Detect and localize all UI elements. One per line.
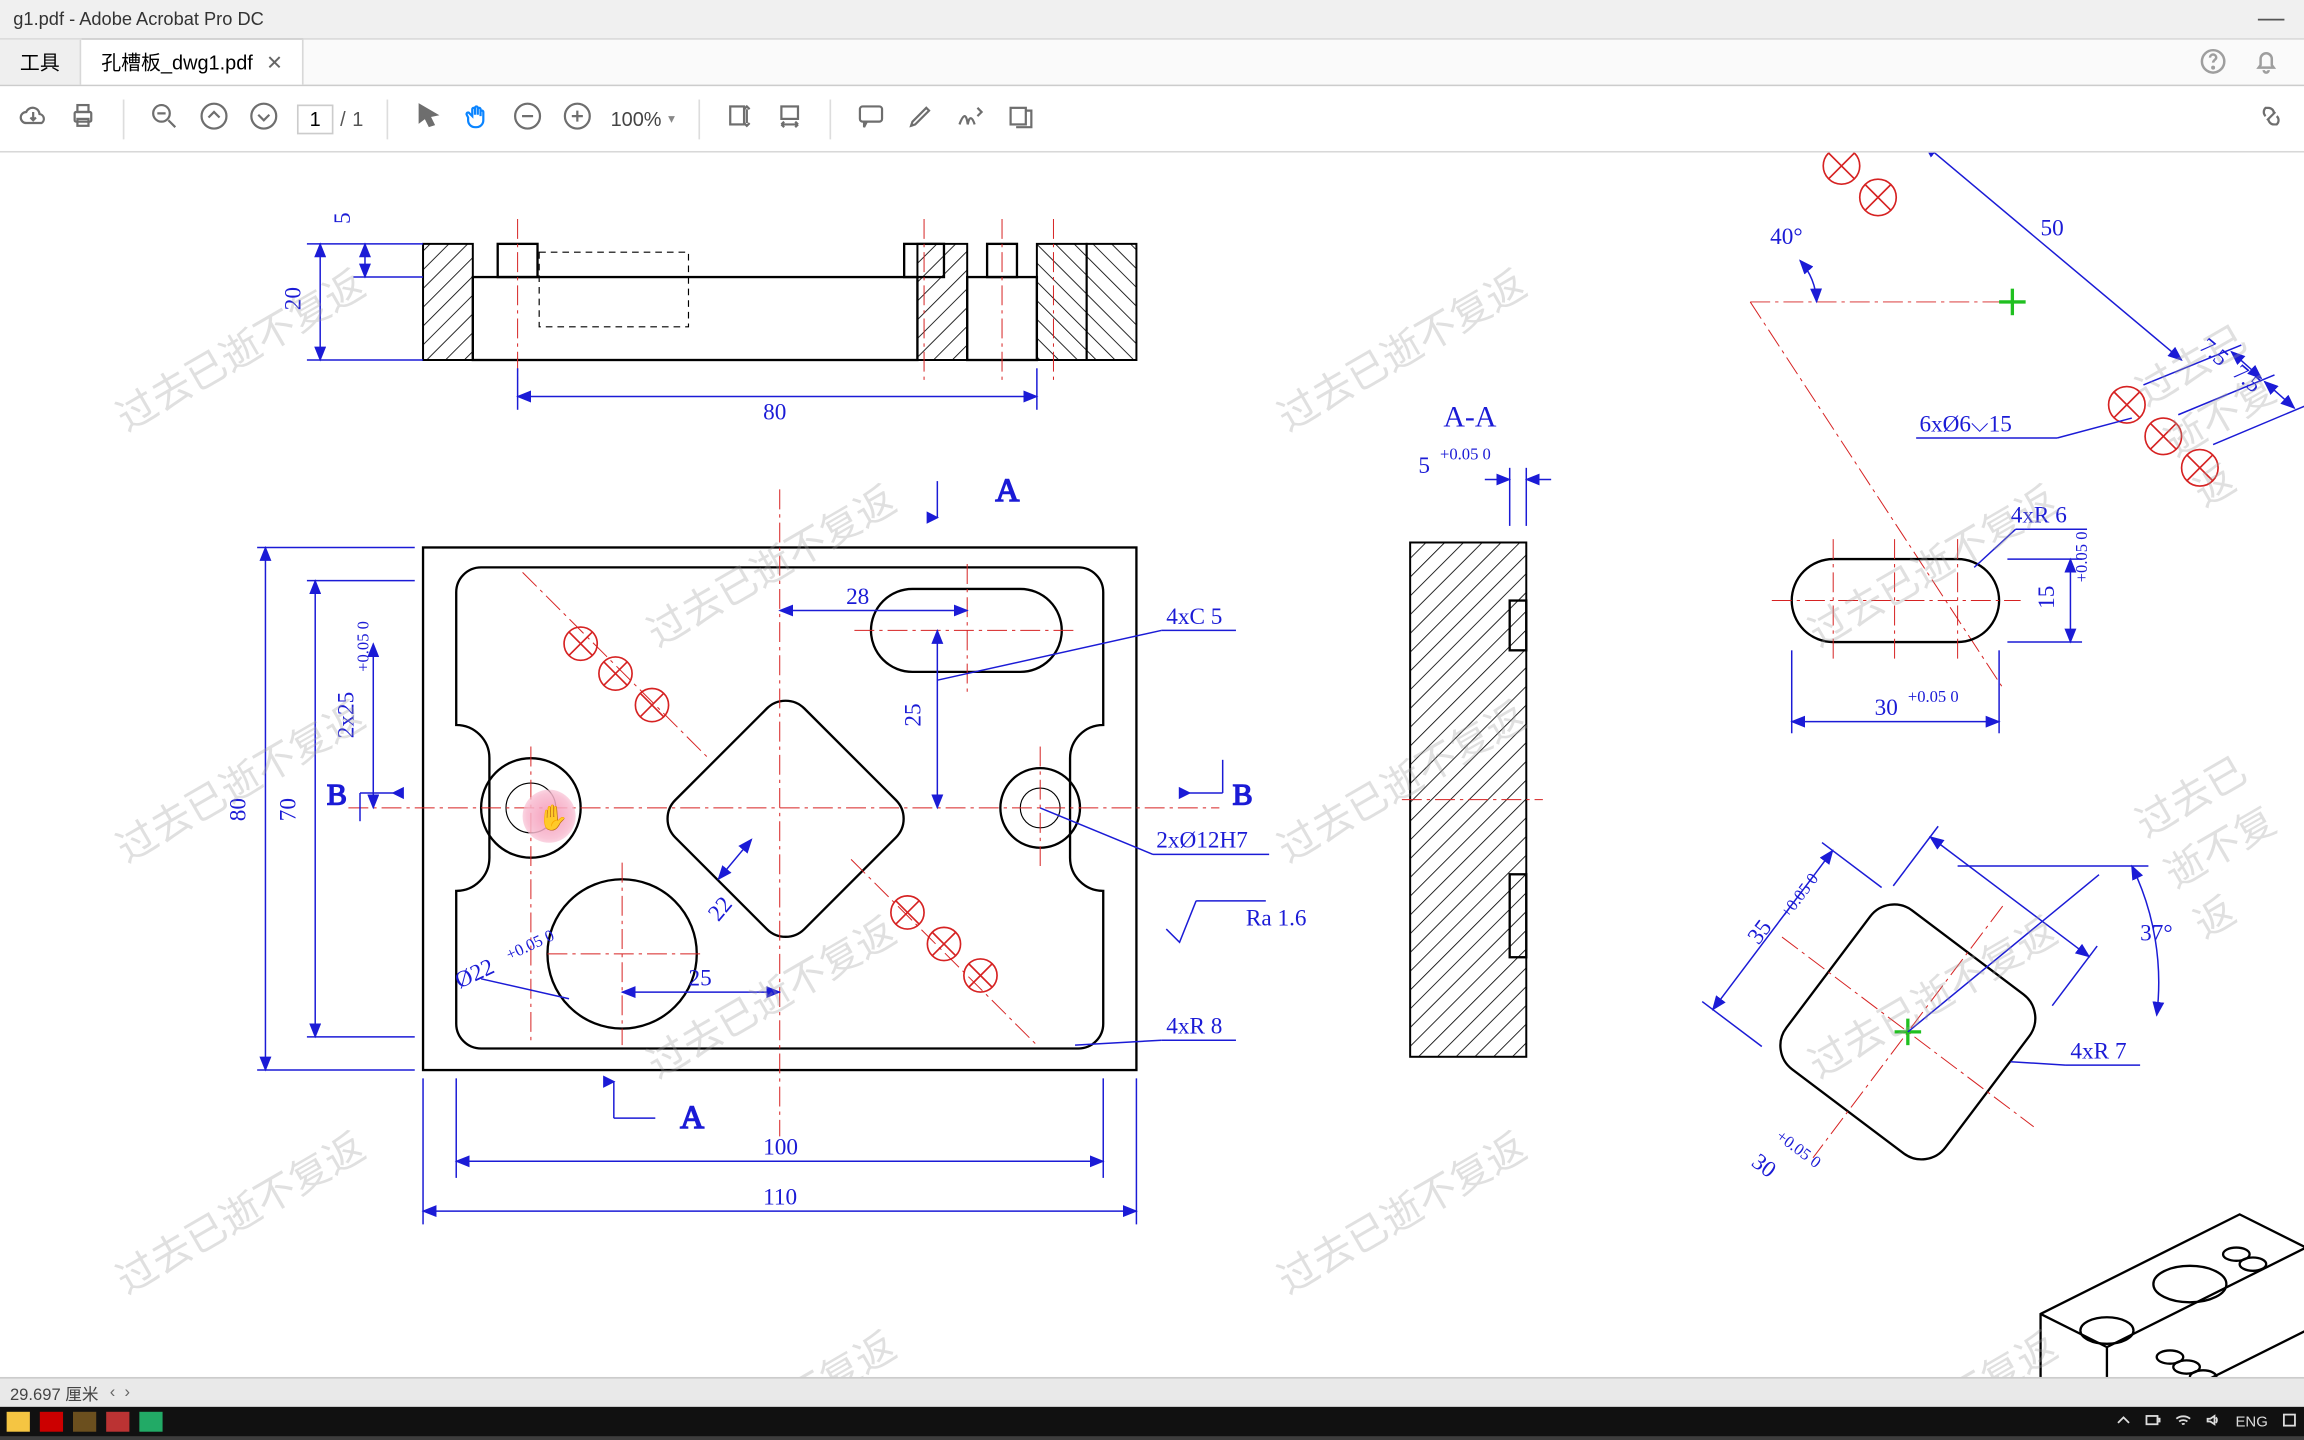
tab-file-label: 孔槽板_dwg1.pdf	[101, 48, 253, 76]
hand-tool-icon[interactable]	[461, 100, 494, 138]
status-coord: 29.697 厘米	[10, 1380, 99, 1405]
svg-text:A-A: A-A	[1443, 400, 1497, 433]
tray-notifications-icon[interactable]	[2281, 1412, 2298, 1432]
svg-text:+0.05 0: +0.05 0	[503, 925, 557, 964]
status-bar: 29.697 厘米 ‹ ›	[0, 1377, 2304, 1407]
tray-volume-icon[interactable]	[2206, 1412, 2223, 1432]
zoom-value: 100%	[611, 107, 662, 130]
technical-drawing: 20 5 80	[0, 153, 2304, 1387]
help-icon[interactable]	[2198, 46, 2228, 84]
toolbar: / 1 100% ▾	[0, 86, 2304, 152]
svg-text:35: 35	[1743, 915, 1778, 949]
taskbar-recorder-icon[interactable]	[106, 1412, 129, 1432]
taskbar-acrobat-icon[interactable]	[40, 1412, 63, 1432]
svg-text:4xC 5: 4xC 5	[1166, 604, 1222, 630]
svg-text:6xØ6⌵15: 6xØ6⌵15	[1919, 411, 2011, 437]
bell-icon[interactable]	[2251, 46, 2281, 84]
page-total: 1	[352, 107, 363, 130]
svg-text:80: 80	[763, 400, 786, 426]
page-width-icon[interactable]	[773, 100, 806, 138]
sign-icon[interactable]	[954, 100, 987, 138]
print-icon[interactable]	[66, 100, 99, 138]
svg-text:4xR 8: 4xR 8	[1166, 1014, 1222, 1040]
window-minimize-icon[interactable]: —	[2258, 4, 2285, 34]
tab-home-label: 工具	[20, 48, 60, 76]
tab-file[interactable]: 孔槽板_dwg1.pdf ✕	[81, 38, 304, 84]
svg-text:20: 20	[280, 287, 306, 310]
page-sep: /	[340, 107, 346, 130]
page-indicator: / 1	[297, 104, 363, 134]
svg-text:22: 22	[703, 892, 738, 926]
svg-text:A: A	[995, 472, 1019, 509]
tray-wifi-icon[interactable]	[2176, 1412, 2193, 1432]
stamp-icon[interactable]	[1003, 100, 1036, 138]
svg-text:80: 80	[226, 798, 252, 821]
close-icon[interactable]: ✕	[266, 51, 283, 74]
taskbar-terminal-icon[interactable]	[139, 1412, 162, 1432]
svg-text:+0.05 0: +0.05 0	[353, 621, 372, 672]
taskbar: ENG	[0, 1407, 2304, 1437]
svg-text:4xR 7: 4xR 7	[2070, 1038, 2126, 1064]
tray-lang[interactable]: ENG	[2235, 1413, 2267, 1430]
svg-text:37°: 37°	[2140, 921, 2173, 947]
svg-text:7.5: 7.5	[2194, 333, 2233, 372]
svg-text:25: 25	[688, 965, 711, 991]
zoom-level[interactable]: 100% ▾	[611, 107, 675, 130]
taskbar-explorer-icon[interactable]	[7, 1412, 30, 1432]
status-chevrons[interactable]: ‹ ›	[105, 1384, 130, 1402]
tab-home[interactable]: 工具	[0, 40, 81, 85]
svg-text:2x25: 2x25	[333, 692, 359, 738]
svg-text:+0.05 0: +0.05 0	[2072, 532, 2091, 583]
svg-text:50: 50	[2041, 216, 2064, 242]
taskbar-nx-icon[interactable]	[73, 1412, 96, 1432]
page-current-input[interactable]	[297, 104, 333, 134]
save-cloud-icon[interactable]	[17, 100, 50, 138]
svg-text:+0.05 0: +0.05 0	[1440, 445, 1491, 464]
title-bar: g1.pdf - Adobe Acrobat Pro DC —	[0, 0, 2304, 40]
nav-down-icon[interactable]	[247, 100, 280, 138]
link-icon[interactable]	[2255, 100, 2288, 138]
svg-text:100: 100	[763, 1135, 798, 1161]
svg-text:B: B	[327, 779, 347, 812]
comment-icon[interactable]	[854, 100, 887, 138]
svg-text:Ø22: Ø22	[451, 954, 498, 994]
fit-icon[interactable]	[723, 100, 756, 138]
svg-text:110: 110	[763, 1184, 797, 1210]
svg-text:2xØ12H7: 2xØ12H7	[1156, 828, 1248, 854]
tray-up-icon[interactable]	[2116, 1412, 2133, 1432]
nav-up-icon[interactable]	[197, 100, 230, 138]
app-title: g1.pdf - Adobe Acrobat Pro DC	[13, 9, 264, 29]
select-arrow-icon[interactable]	[411, 100, 444, 138]
zoom-plus-icon[interactable]	[561, 100, 594, 138]
svg-text:40°: 40°	[1770, 224, 1803, 250]
svg-text:28: 28	[846, 584, 869, 610]
tray-battery-icon[interactable]	[2146, 1412, 2163, 1432]
svg-text:B: B	[1233, 779, 1253, 812]
highlight-icon[interactable]	[904, 100, 937, 138]
svg-text:5: 5	[330, 212, 356, 224]
svg-text:70: 70	[275, 798, 301, 821]
hand-cursor-icon: ✋	[538, 803, 569, 833]
pdf-canvas[interactable]: 过去已逝不复返 过去已逝不复返 过去已逝不复返 过去已逝不复返 过去已逝不复返 …	[0, 153, 2304, 1394]
svg-text:30: 30	[1875, 695, 1898, 721]
svg-text:5: 5	[1418, 453, 1430, 479]
svg-text:+0.05 0: +0.05 0	[1773, 1126, 1825, 1172]
svg-text:A: A	[680, 1099, 704, 1136]
chevron-down-icon: ▾	[668, 111, 675, 126]
svg-text:4xR 6: 4xR 6	[2011, 503, 2067, 529]
svg-text:+0.05 0: +0.05 0	[1908, 687, 1959, 706]
svg-text:15: 15	[2034, 586, 2060, 609]
file-tabs: 工具 孔槽板_dwg1.pdf ✕	[0, 40, 2304, 86]
svg-text:Ra 1.6: Ra 1.6	[1246, 906, 1307, 932]
svg-text:30: 30	[1747, 1149, 1781, 1184]
zoom-out-icon[interactable]	[148, 100, 181, 138]
svg-text:25: 25	[901, 703, 927, 726]
zoom-minus-icon[interactable]	[511, 100, 544, 138]
